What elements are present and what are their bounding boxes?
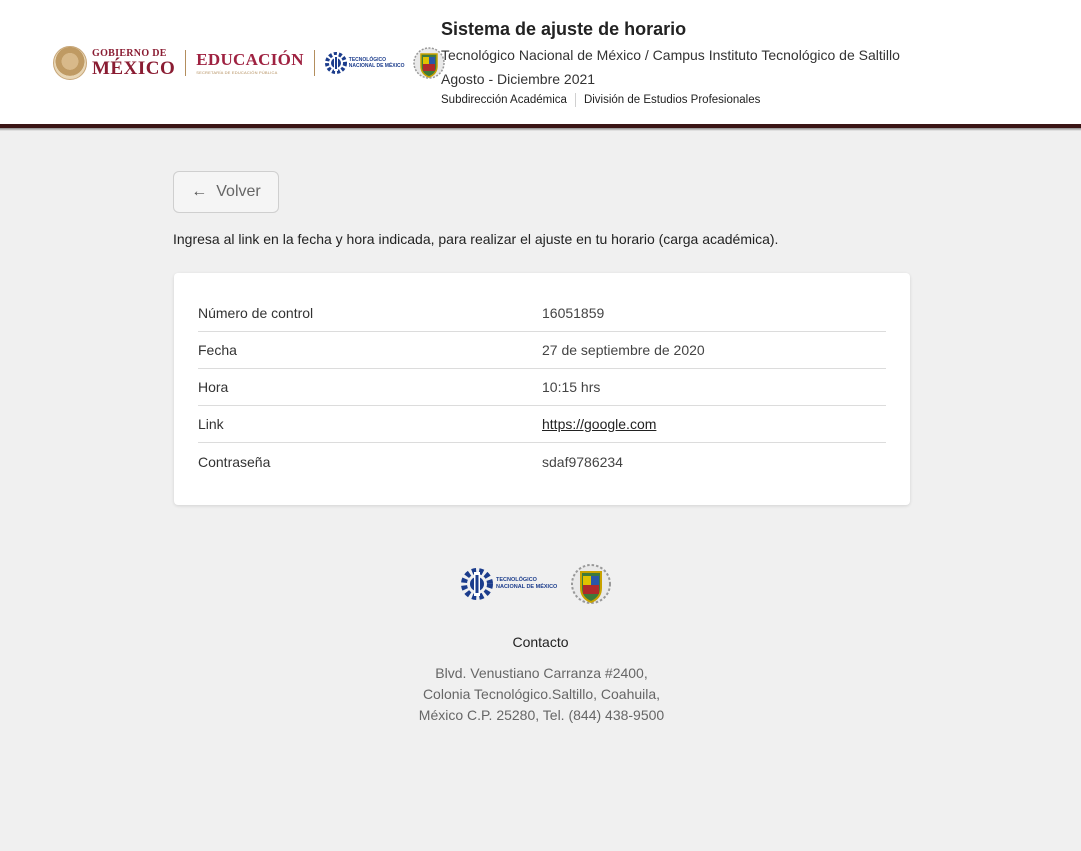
detail-label: Link bbox=[198, 416, 224, 432]
back-button[interactable]: ← Volver bbox=[173, 171, 279, 213]
contact-title: Contacto bbox=[512, 634, 569, 650]
detail-label: Fecha bbox=[198, 342, 237, 358]
detail-value: 27 de septiembre de 2020 bbox=[542, 342, 705, 358]
schedule-details-card: Número de control 16051859 Fecha 27 de s… bbox=[174, 273, 910, 505]
detail-row-password: Contraseña sdaf9786234 bbox=[198, 443, 886, 480]
back-button-label: Volver bbox=[216, 183, 261, 200]
footer-tecnm-text: Tecnológico Nacional de México bbox=[496, 577, 557, 591]
logo-divider bbox=[313, 50, 315, 76]
address-line: México C.P. 25280, Tel. (844) 438-9500 bbox=[418, 707, 665, 723]
detail-row-time: Hora 10:15 hrs bbox=[198, 369, 886, 406]
gov-logo-small-text: GOBIERNO DE bbox=[92, 47, 167, 59]
header-logos: GOBIERNO DE MÉXICO EDUCACIÓN SECRETARÍA … bbox=[53, 44, 445, 82]
department-division: División de Estudios Profesionales bbox=[583, 94, 761, 106]
academic-period: Agosto - Diciembre 2021 bbox=[441, 71, 596, 87]
detail-value: 16051859 bbox=[542, 305, 605, 321]
logo-divider bbox=[185, 50, 187, 76]
edu-logo-big-text: EDUCACIÓN bbox=[196, 50, 304, 69]
department-subdireccion: Subdirección Académica bbox=[441, 94, 567, 106]
departments: Subdirección Académica División de Estud… bbox=[441, 93, 900, 107]
footer-tecnm-line2: Nacional de México bbox=[496, 584, 558, 590]
tecnm-logo: Tecnológico Nacional de México bbox=[324, 47, 405, 79]
detail-row-control-number: Número de control 16051859 bbox=[198, 295, 886, 332]
educacion-logo: EDUCACIÓN SECRETARÍA DE EDUCACIÓN PÚBLIC… bbox=[196, 51, 304, 75]
detail-value: sdaf9786234 bbox=[542, 453, 623, 470]
detail-label: Número de control bbox=[198, 305, 314, 321]
header-shadow bbox=[0, 128, 1081, 131]
its-shield-icon bbox=[571, 564, 612, 604]
mexico-seal-icon bbox=[53, 46, 87, 80]
its-shield-icon bbox=[412, 47, 445, 79]
tecnm-logo-line2: Nacional de México bbox=[348, 63, 405, 69]
page-header: GOBIERNO DE MÉXICO EDUCACIÓN SECRETARÍA … bbox=[0, 0, 1081, 128]
detail-label: Contraseña bbox=[198, 453, 271, 470]
arrow-left-icon: ← bbox=[191, 183, 208, 200]
footer-tecnm-line1: Tecnológico bbox=[496, 576, 537, 583]
edu-logo-small-text: SECRETARÍA DE EDUCACIÓN PÚBLICA bbox=[196, 70, 278, 75]
address-line: Blvd. Venustiano Carranza #2400, bbox=[435, 665, 648, 681]
department-divider bbox=[574, 93, 576, 107]
page-title: Sistema de ajuste de horario bbox=[441, 19, 687, 39]
meeting-link[interactable]: https://google.com bbox=[542, 416, 656, 432]
header-titles: Sistema de ajuste de horario Tecnológico… bbox=[441, 18, 900, 107]
address-line: Colonia Tecnológico.Saltillo, Coahuila, bbox=[422, 686, 661, 702]
detail-row-link: Link https://google.com bbox=[198, 406, 886, 443]
institution-subtitle: Tecnológico Nacional de México / Campus … bbox=[441, 47, 900, 63]
contact-address: Blvd. Venustiano Carranza #2400, Colonia… bbox=[0, 663, 1081, 726]
gov-logo-big-text: MÉXICO bbox=[92, 57, 176, 79]
gobierno-de-mexico-logo: GOBIERNO DE MÉXICO bbox=[53, 46, 175, 80]
intro-text: Ingresa al link en la fecha y hora indic… bbox=[173, 231, 779, 247]
detail-label: Hora bbox=[198, 379, 229, 395]
tecnm-gear-icon bbox=[461, 568, 493, 600]
detail-value: 10:15 hrs bbox=[542, 379, 601, 395]
detail-row-date: Fecha 27 de septiembre de 2020 bbox=[198, 332, 886, 369]
tecnm-gear-icon bbox=[324, 52, 347, 74]
footer-logos: Tecnológico Nacional de México bbox=[461, 562, 612, 606]
